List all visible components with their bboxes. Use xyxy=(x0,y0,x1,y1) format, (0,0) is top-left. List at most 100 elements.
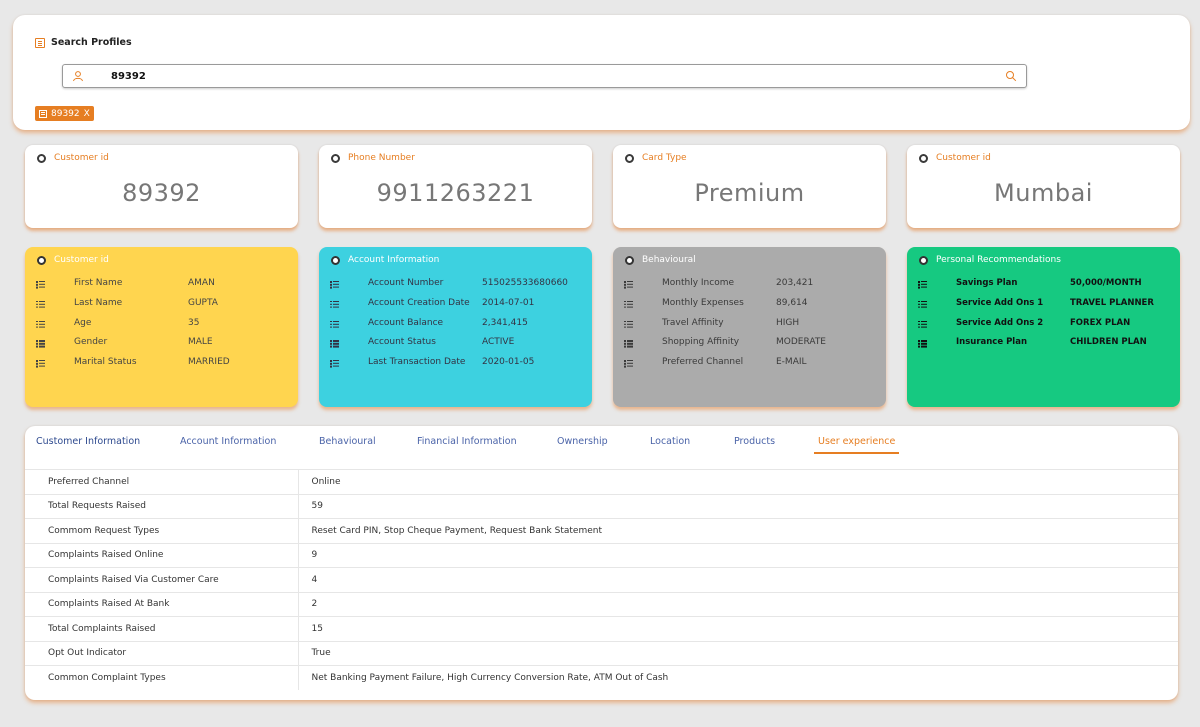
table-value: True xyxy=(298,640,1178,666)
row-key: Insurance Plan xyxy=(956,337,1027,348)
row-key: Account Balance xyxy=(368,317,444,328)
table-row: Complaints Raised Online 9 xyxy=(25,542,1178,568)
table-row: Preferred Channel Online xyxy=(25,469,1178,494)
row-key: Account Number xyxy=(368,278,444,288)
list-icon xyxy=(918,320,927,328)
row-value: TRAVEL PLANNER xyxy=(1070,297,1154,308)
tab-location[interactable]: Location xyxy=(646,436,694,452)
row-key: Travel Affinity xyxy=(662,317,724,328)
table-row: Opt Out Indicator True xyxy=(25,640,1178,666)
row-value: 203,421 xyxy=(776,278,814,288)
stat-card-customer-id: Customer id 89392 xyxy=(25,145,298,228)
customer-rows: First Name AMAN Last Name GUPTA Age 35 Gend… xyxy=(36,278,290,377)
table-key: Total Requests Raised xyxy=(25,493,299,519)
list-icon xyxy=(330,281,339,288)
search-title: Search Profiles xyxy=(35,37,132,48)
stat-label: Card Type xyxy=(642,153,687,163)
tab-customer-information[interactable]: Customer Information xyxy=(32,436,144,452)
chip-label: 89392 xyxy=(51,108,80,119)
chip-close-button[interactable]: X xyxy=(84,109,90,119)
radio-dot-icon xyxy=(37,255,46,265)
row-value: FOREX PLAN xyxy=(1070,317,1131,328)
table-value: 59 xyxy=(298,493,1178,519)
row-value: MALE xyxy=(188,337,213,348)
table-key: Complaints Raised At Bank xyxy=(25,591,299,617)
tab-account-information[interactable]: Account Information xyxy=(176,436,280,452)
table-value: 2 xyxy=(298,591,1178,617)
table-key: Common Complaint Types xyxy=(25,665,299,690)
card-title: Customer id xyxy=(54,255,109,265)
user-icon xyxy=(73,71,83,82)
detail-row: Travel Affinity HIGH xyxy=(624,318,878,338)
search-input[interactable] xyxy=(111,68,991,84)
detail-row: Account Balance 2,341,415 xyxy=(330,318,584,338)
table-value: Reset Card PIN, Stop Cheque Payment, Req… xyxy=(298,518,1178,543)
radio-dot-icon xyxy=(625,153,634,163)
detail-row: Age 35 xyxy=(36,318,290,338)
list-icon xyxy=(624,360,633,367)
recommendations-card: Personal Recommendations Savings Plan 50,… xyxy=(907,247,1180,407)
detail-row: Last Transaction Date 2020-01-05 xyxy=(330,357,584,377)
radio-dot-icon xyxy=(37,153,46,163)
row-key: Service Add Ons 1 xyxy=(956,297,1044,308)
detail-row: Preferred Channel E-MAIL xyxy=(624,357,878,377)
reco-rows: Savings Plan 50,000/MONTH Service Add Ons… xyxy=(918,278,1172,357)
stat-card-card-type: Card Type Premium xyxy=(613,145,886,228)
stat-value: 89392 xyxy=(122,179,201,207)
table-row: Complaints Raised Via Customer Care 4 xyxy=(25,567,1178,592)
search-chip[interactable]: 89392 X xyxy=(35,106,94,121)
table-key: Complaints Raised Via Customer Care xyxy=(25,567,299,592)
list-icon xyxy=(624,340,633,347)
list-icon xyxy=(330,360,339,367)
search-box[interactable] xyxy=(62,64,1027,88)
list-icon xyxy=(624,300,633,308)
table-row: Total Complaints Raised 15 xyxy=(25,616,1178,641)
detail-row: Monthly Expenses 89,614 xyxy=(624,298,878,318)
row-value: ACTIVE xyxy=(482,337,515,348)
row-value: CHILDREN PLAN xyxy=(1070,337,1147,348)
table-value: 15 xyxy=(298,616,1178,641)
detail-row: Service Add Ons 2 FOREX PLAN xyxy=(918,318,1172,338)
radio-dot-icon xyxy=(625,255,634,265)
account-rows: Account Number 515025533680660 Account Cr… xyxy=(330,278,584,377)
tab-behavioural[interactable]: Behavioural xyxy=(315,436,380,452)
stat-label: Phone Number xyxy=(348,153,415,163)
table-key: Commom Request Types xyxy=(25,518,299,543)
card-title: Account Information xyxy=(348,255,440,265)
table-value: 4 xyxy=(298,567,1178,592)
table-row: Total Requests Raised 59 xyxy=(25,493,1178,519)
row-key: Monthly Income xyxy=(662,278,735,288)
stat-value: 9911263221 xyxy=(376,179,535,207)
detail-row: Service Add Ons 1 TRAVEL PLANNER xyxy=(918,298,1172,318)
list-icon xyxy=(918,340,927,347)
radio-dot-icon xyxy=(919,153,928,163)
row-value: 2,341,415 xyxy=(482,317,528,328)
row-value: 2014-07-01 xyxy=(482,297,535,308)
tab-user-experience[interactable]: User experience xyxy=(814,436,900,454)
table-value: 9 xyxy=(298,542,1178,568)
tab-bar: Customer Information Account Information… xyxy=(25,426,1178,464)
stat-card-phone: Phone Number 9911263221 xyxy=(319,145,592,228)
row-key: Savings Plan xyxy=(956,278,1018,288)
row-key: Last Name xyxy=(74,297,123,308)
list-icon xyxy=(36,300,45,308)
row-value: GUPTA xyxy=(188,297,218,308)
search-icon[interactable] xyxy=(1005,70,1017,82)
row-key: Age xyxy=(74,317,92,328)
detail-row: Account Number 515025533680660 xyxy=(330,278,584,298)
tab-financial-information[interactable]: Financial Information xyxy=(413,436,521,452)
detail-row: Account Status ACTIVE xyxy=(330,337,584,357)
user-experience-table: Preferred Channel Online Total Requests R… xyxy=(25,469,1178,690)
account-details-card: Account Information Account Number 515025… xyxy=(319,247,592,407)
detail-row: Savings Plan 50,000/MONTH xyxy=(918,278,1172,298)
tab-products[interactable]: Products xyxy=(730,436,779,452)
list-icon xyxy=(36,320,45,328)
customer-details-card: Customer id First Name AMAN Last Name GUPT… xyxy=(25,247,298,407)
tab-ownership[interactable]: Ownership xyxy=(553,436,612,452)
list-icon xyxy=(36,360,45,367)
table-value: Online xyxy=(298,469,1178,494)
row-key: Monthly Expenses xyxy=(662,297,744,308)
radio-dot-icon xyxy=(331,255,340,265)
row-key: Gender xyxy=(74,337,108,348)
detail-row: Account Creation Date 2014-07-01 xyxy=(330,298,584,318)
